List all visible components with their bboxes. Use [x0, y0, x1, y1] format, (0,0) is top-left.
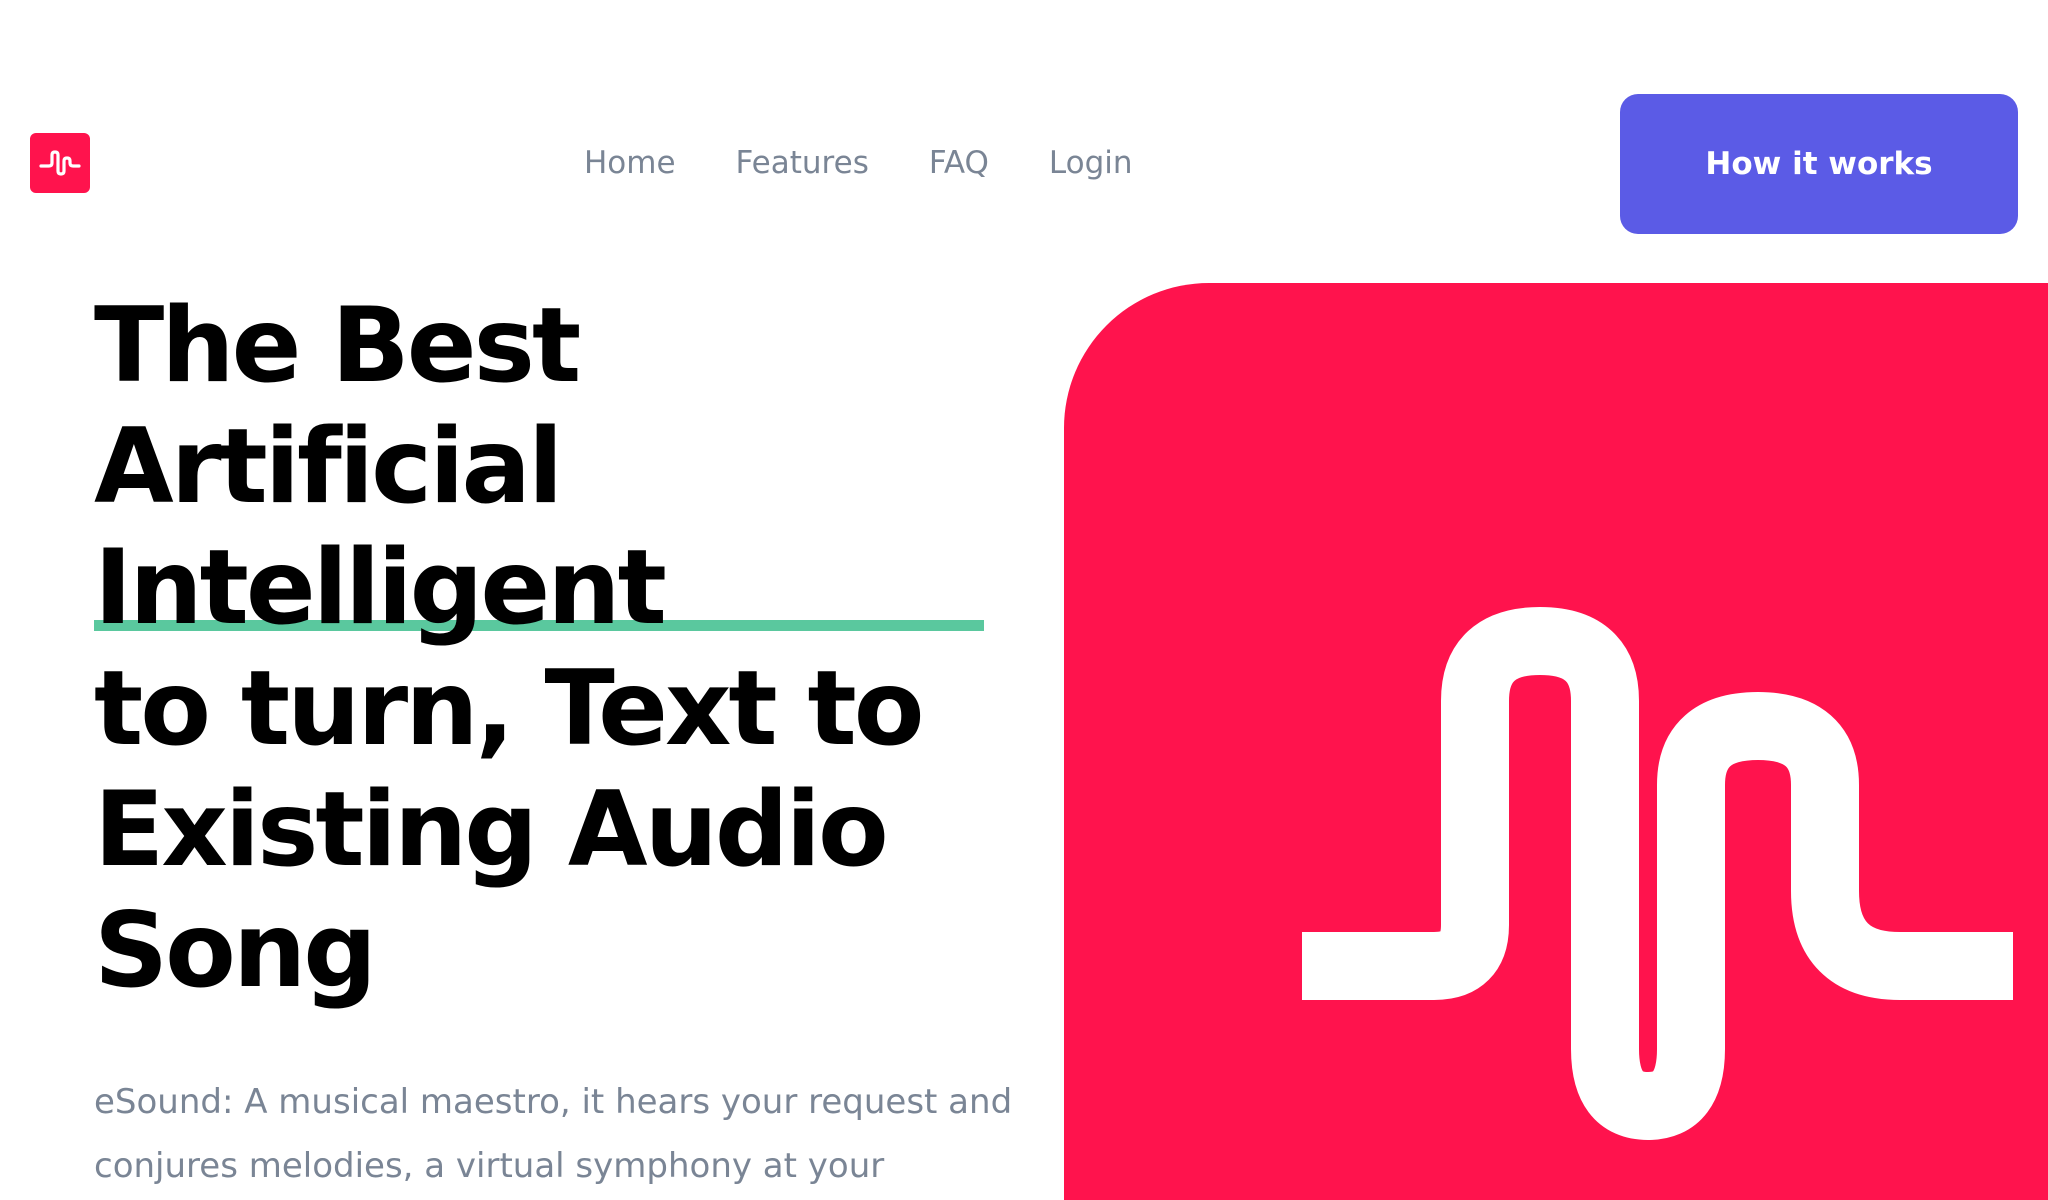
hero-image: [1064, 283, 2048, 1200]
headline-line: The Best: [94, 286, 581, 406]
how-it-works-button[interactable]: How it works: [1620, 94, 2018, 234]
musically-wave-icon: [1302, 607, 2013, 1140]
headline-line: to turn, Text to: [94, 649, 925, 769]
hero-subtitle: eSound: A musical maestro, it hears your…: [94, 1082, 1013, 1186]
brand-logo[interactable]: [30, 133, 90, 193]
nav-link-login[interactable]: Login: [1049, 145, 1133, 181]
landing-page: Home Features FAQ Login How it works The…: [0, 0, 2048, 1200]
headline-line: Intelligent: [94, 528, 667, 648]
nav-link-home[interactable]: Home: [584, 145, 676, 181]
musically-wave-icon: [39, 150, 81, 176]
nav-link-faq[interactable]: FAQ: [929, 145, 989, 181]
nav-link-features[interactable]: Features: [736, 145, 869, 181]
headline-line: Song: [94, 891, 377, 1011]
headline-line: Existing Audio: [94, 770, 889, 890]
hero-headline: The Best Artificial Intelligent to turn,…: [94, 286, 1014, 1012]
main-nav: Home Features FAQ Login: [584, 139, 1133, 187]
headline-line: Artificial: [94, 407, 563, 527]
